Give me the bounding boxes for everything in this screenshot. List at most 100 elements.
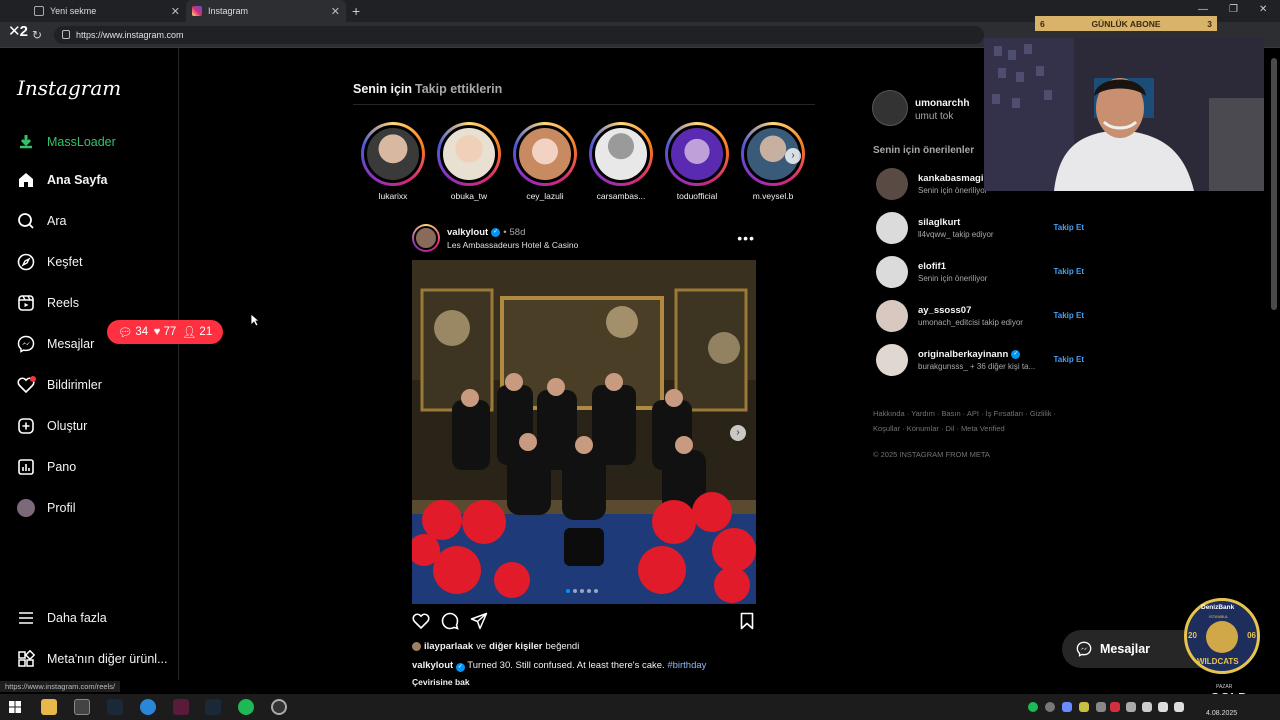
suggestion-username[interactable]: kankabasmagi <box>918 173 983 184</box>
tray-icon[interactable] <box>1126 702 1136 712</box>
current-username[interactable]: umonarchh <box>915 98 969 109</box>
story-item[interactable]: cey_lazuli <box>513 122 577 201</box>
more-options-icon[interactable]: ••• <box>737 230 755 246</box>
edge-icon[interactable] <box>140 699 156 715</box>
suggestion-username[interactable]: ay_ssoss07 <box>918 305 971 316</box>
heart-icon <box>17 376 36 394</box>
current-user: umonarchh umut tok <box>872 90 969 126</box>
tray-icon[interactable] <box>1045 702 1055 712</box>
follow-button[interactable]: Takip Et <box>1053 267 1084 276</box>
sidebar-item-notifications[interactable]: Bildirimler <box>17 374 102 396</box>
person-icon: 👤︎ <box>181 327 197 339</box>
webcam-feed <box>984 38 1264 191</box>
comment-count: 💬︎ 34 <box>117 326 149 339</box>
sidebar-item-massloader[interactable]: MassLoader <box>17 131 116 153</box>
story-item[interactable]: toduofficial <box>665 122 729 201</box>
story-item[interactable]: lukarixx <box>361 122 425 201</box>
follow-button[interactable]: Takip Et <box>1053 223 1084 232</box>
sidebar-item-home[interactable]: Ana Sayfa <box>17 169 107 191</box>
story-item[interactable]: obuka_tw <box>437 122 501 201</box>
scrollbar[interactable] <box>1271 58 1277 310</box>
notification-counts[interactable]: 💬︎ 34 ♥ 77 👤︎ 21 <box>107 320 223 344</box>
windows-start-icon[interactable] <box>9 701 21 713</box>
bookmark-icon[interactable] <box>738 612 756 630</box>
stories-next-button[interactable]: › <box>785 148 801 164</box>
suggestion-item: ay_ssoss07 umonach_editcisi takip ediyor… <box>876 300 1086 332</box>
share-icon[interactable] <box>470 612 488 630</box>
likes-others[interactable]: diğer kişiler <box>489 641 542 652</box>
close-window-icon[interactable]: ✕ <box>1259 4 1267 15</box>
close-tab-icon[interactable]: ✕ <box>331 5 340 18</box>
sidebar-item-explore[interactable]: Keşfet <box>17 251 82 273</box>
sidebar-item-dashboard[interactable]: Pano <box>17 456 76 478</box>
sidebar-item-messages[interactable]: Mesajlar <box>17 333 94 355</box>
story-item[interactable]: carsambas... <box>589 122 653 201</box>
avatar[interactable] <box>876 256 908 288</box>
steam-icon[interactable] <box>205 699 221 715</box>
post-username[interactable]: valkylout ✓ • 58d <box>447 227 525 238</box>
caption-hashtag[interactable]: #birthday <box>667 660 706 671</box>
suggestion-item: originalberkayinann ✓ burakgunsss_ + 36 d… <box>876 344 1086 376</box>
suggestion-username[interactable]: elofif1 <box>918 261 946 272</box>
suggestion-username[interactable]: silaglkurt <box>918 217 960 228</box>
avatar[interactable] <box>876 344 908 376</box>
sidebar-item-label: Mesajlar <box>47 337 95 351</box>
spotify-icon[interactable] <box>238 699 254 715</box>
post-image[interactable] <box>412 260 756 604</box>
tray-icon[interactable] <box>1079 702 1089 712</box>
avatar[interactable] <box>872 90 908 126</box>
see-translation-link[interactable]: Çevirisine bak <box>412 677 470 687</box>
file-explorer-icon[interactable] <box>41 699 57 715</box>
tray-icon[interactable] <box>1062 702 1072 712</box>
close-tab-icon[interactable]: ✕ <box>171 5 180 18</box>
tab-following[interactable]: Takip ettiklerin <box>415 82 535 96</box>
refresh-icon[interactable]: ↻ <box>32 28 42 42</box>
sub-left: 6 <box>1040 18 1045 29</box>
post-avatar[interactable] <box>412 224 440 252</box>
tray-icon[interactable] <box>1110 702 1120 712</box>
avatar[interactable] <box>876 300 908 332</box>
taskbar-date[interactable]: 4.08.2025 <box>1206 710 1237 717</box>
caption-username[interactable]: valkylout <box>412 660 453 671</box>
new-tab-button[interactable]: + <box>352 3 360 19</box>
usb-icon[interactable] <box>1158 702 1168 712</box>
maximize-icon[interactable]: ❐ <box>1229 4 1238 15</box>
post-location[interactable]: Les Ambassadeurs Hotel & Casino <box>447 240 578 250</box>
minimize-icon[interactable]: — <box>1198 4 1208 15</box>
steam-icon[interactable] <box>107 699 123 715</box>
tray-icon[interactable] <box>1096 702 1106 712</box>
instagram-logo[interactable]: Instagram <box>17 76 121 100</box>
follow-button[interactable]: Takip Et <box>1053 355 1084 364</box>
network-icon[interactable] <box>1142 702 1152 712</box>
copyright: © 2025 INSTAGRAM FROM META <box>873 450 990 459</box>
sidebar-item-search[interactable]: Ara <box>17 210 66 232</box>
home-icon <box>17 171 35 189</box>
sidebar-item-create[interactable]: Oluştur <box>17 415 87 437</box>
sidebar-item-more[interactable]: Daha fazla <box>17 607 107 629</box>
sidebar-item-profile[interactable]: Profil <box>17 497 75 519</box>
carousel-next-button[interactable]: › <box>730 425 746 441</box>
liker-username[interactable]: ilayparlaak <box>424 641 473 652</box>
app-icon[interactable] <box>173 699 189 715</box>
post-header: valkylout ✓ • 58d Les Ambassadeurs Hotel… <box>412 224 757 254</box>
messenger-icon <box>1076 641 1092 657</box>
footer-line[interactable]: Koşullar · Konumlar · Dil · Meta Verifie… <box>873 421 1083 436</box>
suggestion-username[interactable]: originalberkayinann ✓ <box>918 349 1021 360</box>
obs-icon[interactable] <box>271 699 287 715</box>
feed-tabs: Senin için Takip ettiklerin <box>353 82 502 96</box>
tray-spotify-icon[interactable] <box>1028 702 1038 712</box>
avatar[interactable] <box>876 212 908 244</box>
address-bar[interactable]: https://www.instagram.com <box>54 26 984 44</box>
tab-for-you[interactable]: Senin için <box>353 82 412 96</box>
footer-line[interactable]: Hakkında · Yardım · Basın · API · İş Fır… <box>873 406 1083 421</box>
sidebar-item-meta[interactable]: Meta'nın diğer ürünl... <box>17 648 168 670</box>
like-icon[interactable] <box>412 612 430 630</box>
sidebar-item-reels[interactable]: Reels <box>17 292 79 314</box>
volume-icon[interactable] <box>1174 702 1184 712</box>
avatar[interactable] <box>876 168 908 200</box>
comment-icon[interactable] <box>441 612 459 630</box>
store-icon[interactable] <box>74 699 90 715</box>
tab-instagram[interactable]: Instagram ✕ <box>186 0 346 22</box>
tab-new[interactable]: Yeni sekme ✕ <box>16 0 186 22</box>
follow-button[interactable]: Takip Et <box>1053 311 1084 320</box>
